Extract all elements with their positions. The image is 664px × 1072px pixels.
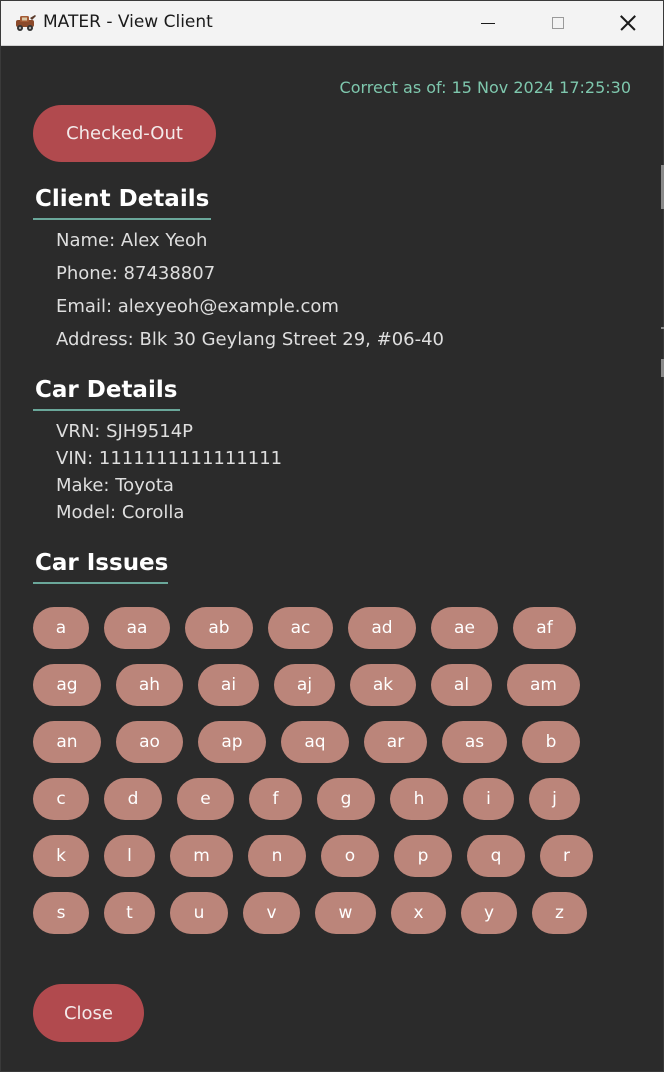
close-window-button[interactable] [593,1,663,45]
issue-tag: t [104,892,155,934]
car-make: Make: Toyota [56,475,174,496]
view-client-window: MATER - View Client Correct as of: 15 No… [0,0,664,1072]
issue-tag: s [33,892,89,934]
issue-tag: k [33,835,89,877]
issue-tag: a [33,607,89,649]
issue-tag: g [317,778,375,820]
issue-tag: ac [268,607,333,649]
issue-tag: o [321,835,379,877]
issue-tag: ak [350,664,416,706]
client-details-underline [33,218,211,220]
car-tow-icon [16,15,36,31]
issue-tag: d [104,778,162,820]
issue-tag: an [33,721,101,763]
client-address: Address: Blk 30 Geylang Street 29, #06-4… [56,329,445,350]
issue-tag: as [442,721,507,763]
timestamp: Correct as of: 15 Nov 2024 17:25:30 [339,78,631,97]
issue-tag: y [461,892,517,934]
client-email: Email: alexyeoh@example.com [56,296,339,317]
client-details-heading: Client Details [35,186,210,212]
issue-tag: ab [185,607,253,649]
issue-tag: ae [431,607,498,649]
issue-tag: aj [274,664,335,706]
issue-tag: e [177,778,234,820]
issue-tag: u [170,892,228,934]
issue-tag: r [540,835,593,877]
close-icon [620,15,636,31]
client-phone: Phone: 87438807 [56,263,216,284]
issue-tag: w [315,892,376,934]
issue-tag: ah [116,664,183,706]
issue-tag: p [394,835,452,877]
issue-tag: x [391,892,446,934]
issue-tag: ao [116,721,183,763]
issue-tag: al [431,664,492,706]
issue-tag: af [513,607,576,649]
title-bar[interactable]: MATER - View Client [1,1,663,46]
issue-tag: b [522,721,580,763]
issue-tag: ar [364,721,427,763]
issue-tag: q [467,835,525,877]
issue-tag: aq [281,721,349,763]
maximize-button[interactable] [523,1,593,45]
issue-tag: ai [198,664,259,706]
car-vrn: VRN: SJH9514P [56,421,194,442]
car-model: Model: Corolla [56,502,185,523]
issue-tag: ag [33,664,101,706]
issue-tag: c [33,778,89,820]
car-vin: VIN: 1111111111111111 [56,448,283,469]
maximize-icon [552,17,564,29]
client-name: Name: Alex Yeoh [56,230,208,251]
issue-tag: i [463,778,514,820]
issue-tag: l [104,835,155,877]
car-details-heading: Car Details [35,377,178,403]
issue-tag: m [170,835,233,877]
issue-tag: h [390,778,448,820]
issue-tag: z [532,892,587,934]
issue-tag: j [529,778,580,820]
issue-tag: n [248,835,306,877]
window-title: MATER - View Client [43,12,213,32]
minimize-icon [481,22,495,24]
minimize-button[interactable] [453,1,523,45]
close-button[interactable]: Close [33,984,144,1042]
issue-tag: f [249,778,302,820]
car-issues-underline [33,582,168,584]
car-issues-heading: Car Issues [35,550,169,576]
car-details-underline [33,409,180,411]
issue-tag: aa [104,607,170,649]
checked-out-button[interactable]: Checked-Out [33,105,216,162]
issue-tag: am [507,664,580,706]
issue-tag: ap [198,721,266,763]
issue-tag: ad [348,607,416,649]
issue-tag: v [243,892,300,934]
